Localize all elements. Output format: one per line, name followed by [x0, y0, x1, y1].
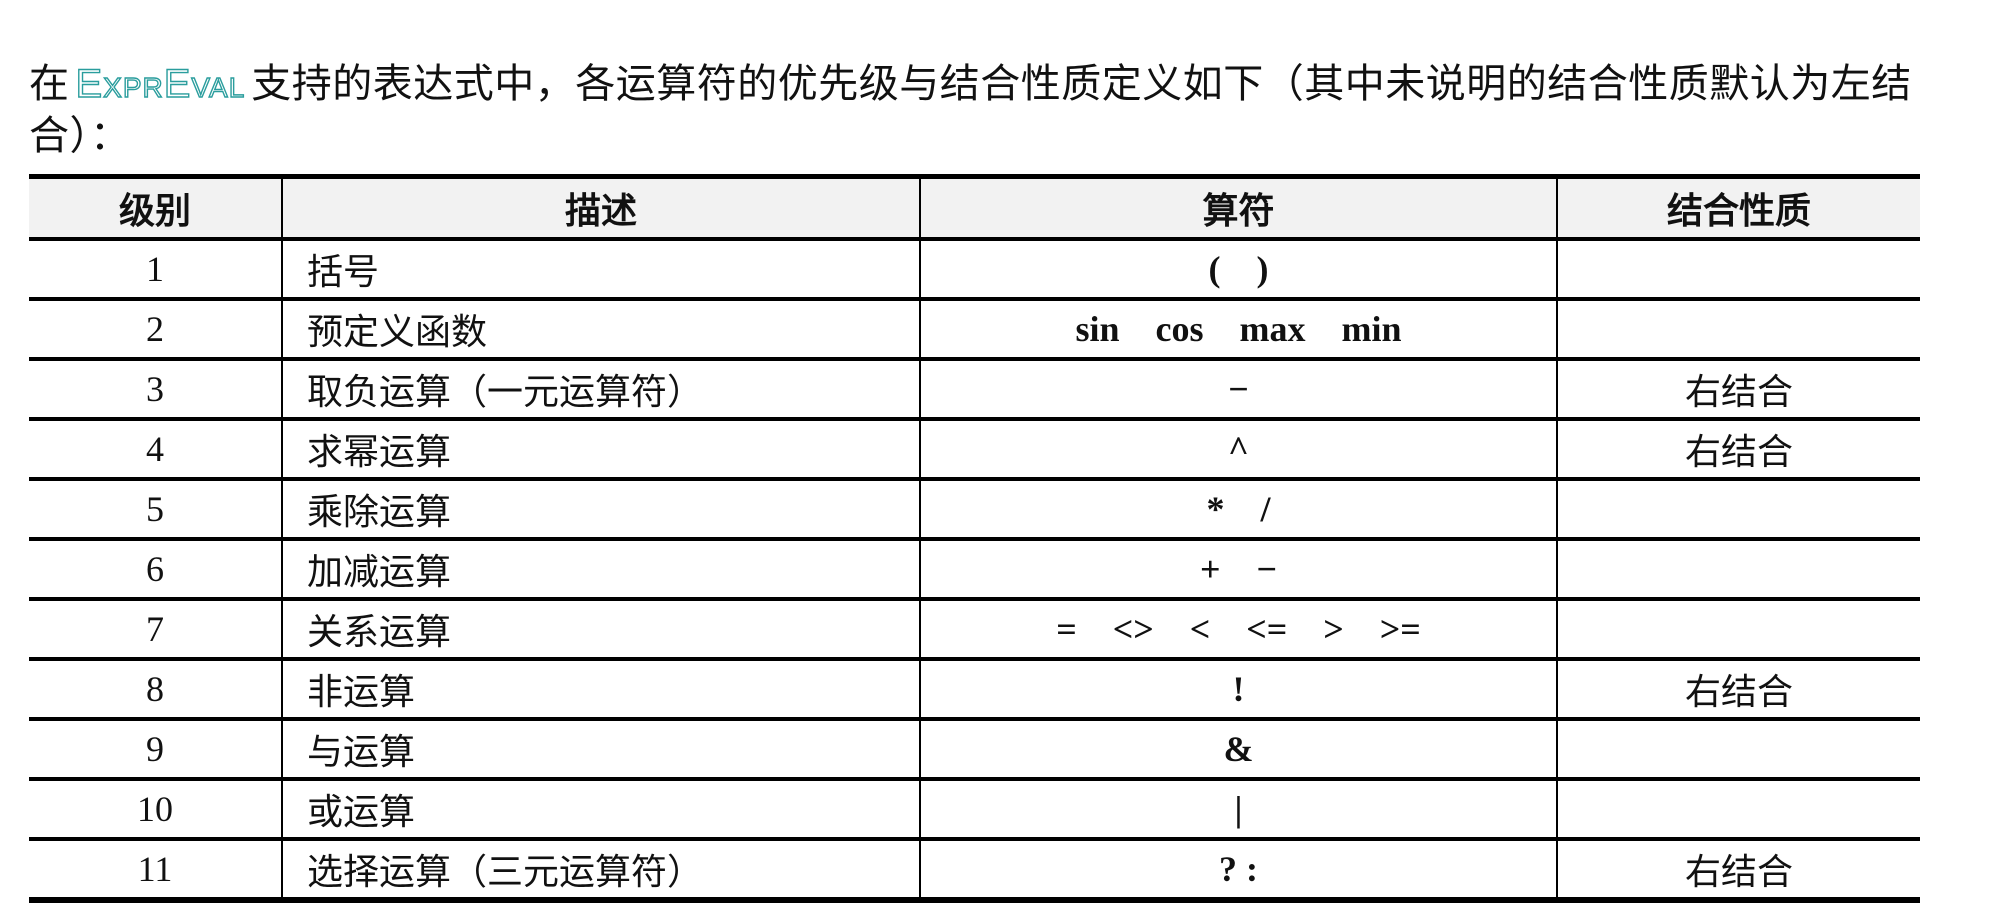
associativity-cell: 右结合: [1556, 357, 1920, 420]
operators-cell: ( ): [919, 237, 1558, 300]
level-cell: 7: [29, 597, 283, 660]
associativity-cell: [1556, 717, 1920, 780]
table-row: 8 非运算! 右结合: [29, 657, 1920, 720]
level-cell: 10: [29, 777, 283, 840]
header-operators: 算符: [919, 175, 1558, 241]
operators-cell: ? :: [919, 837, 1558, 901]
description-cell: 预定义函数: [281, 297, 921, 360]
description-cell: 非运算: [281, 657, 921, 720]
operators-cell: sin cos max min: [919, 297, 1558, 360]
level-cell: 11: [29, 837, 283, 901]
description-cell: 关系运算: [281, 597, 921, 660]
intro-text: 支持的表达式中，各运算符的优先级与结合性质定义如下（其中未说明的结合性质默认为左…: [29, 61, 1912, 159]
level-cell: 9: [29, 717, 283, 780]
header-description: 描述: [281, 175, 921, 241]
table-row: 9 与运算 &: [29, 717, 1920, 780]
description-cell: 或运算: [281, 777, 921, 840]
level-cell: 5: [29, 477, 283, 540]
table-row: 7 关系运算 = <> < <= > >=: [29, 597, 1920, 660]
table-header-row: 级别 描述 算符 结合性质: [29, 175, 1920, 241]
operators-cell: * /: [919, 477, 1558, 540]
intro-prefix: 在: [29, 61, 70, 107]
operators-cell: !: [919, 657, 1558, 720]
description-cell: 加减运算: [281, 537, 921, 600]
expreval-brand-name: ExprEval: [75, 61, 246, 106]
associativity-cell: [1556, 777, 1920, 840]
operators-cell: + −: [919, 537, 1558, 600]
operators-cell: = <> < <= > >=: [919, 597, 1558, 660]
table-row: 6 加减运算 + −: [29, 537, 1920, 600]
description-cell: 乘除运算: [281, 477, 921, 540]
description-cell: 求幂运算: [281, 417, 921, 480]
header-level: 级别: [29, 175, 283, 241]
level-cell: 1: [29, 237, 283, 300]
associativity-cell: 右结合: [1556, 657, 1920, 720]
operator-precedence-table: 级别 描述 算符 结合性质 1 括号( ) 2 预定义函数 sin cos max mi…: [29, 174, 1920, 903]
operators-cell: ^: [919, 417, 1558, 480]
level-cell: 6: [29, 537, 283, 600]
table-row: 2 预定义函数 sin cos max min: [29, 297, 1920, 360]
associativity-cell: 右结合: [1556, 417, 1920, 480]
associativity-cell: [1556, 297, 1920, 360]
associativity-cell: [1556, 477, 1920, 540]
level-cell: 8: [29, 657, 283, 720]
table-row: 10 或运算 |: [29, 777, 1920, 840]
operators-cell: |: [919, 777, 1558, 840]
level-cell: 2: [29, 297, 283, 360]
associativity-cell: [1556, 537, 1920, 600]
associativity-cell: 右结合: [1556, 837, 1920, 901]
level-cell: 4: [29, 417, 283, 480]
description-cell: 与运算: [281, 717, 921, 780]
table-row: 3 取负运算（一元运算符） − 右结合: [29, 357, 1920, 420]
table-row: 1 括号( ): [29, 237, 1920, 300]
intro-paragraph: 在 ExprEval 支持的表达式中，各运算符的优先级与结合性质定义如下（其中未说明…: [29, 58, 1929, 162]
description-cell: 取负运算（一元运算符）: [281, 357, 921, 420]
table-row: 11 选择运算（三元运算符）? : 右结合: [29, 837, 1920, 901]
description-cell: 括号: [281, 237, 921, 300]
table-row: 4 求幂运算 ^ 右结合: [29, 417, 1920, 480]
header-associativity: 结合性质: [1556, 175, 1920, 241]
operators-cell: &: [919, 717, 1558, 780]
level-cell: 3: [29, 357, 283, 420]
description-cell: 选择运算（三元运算符）: [281, 837, 921, 901]
associativity-cell: [1556, 597, 1920, 660]
table-row: 5 乘除运算 * /: [29, 477, 1920, 540]
associativity-cell: [1556, 237, 1920, 300]
operators-cell: −: [919, 357, 1558, 420]
